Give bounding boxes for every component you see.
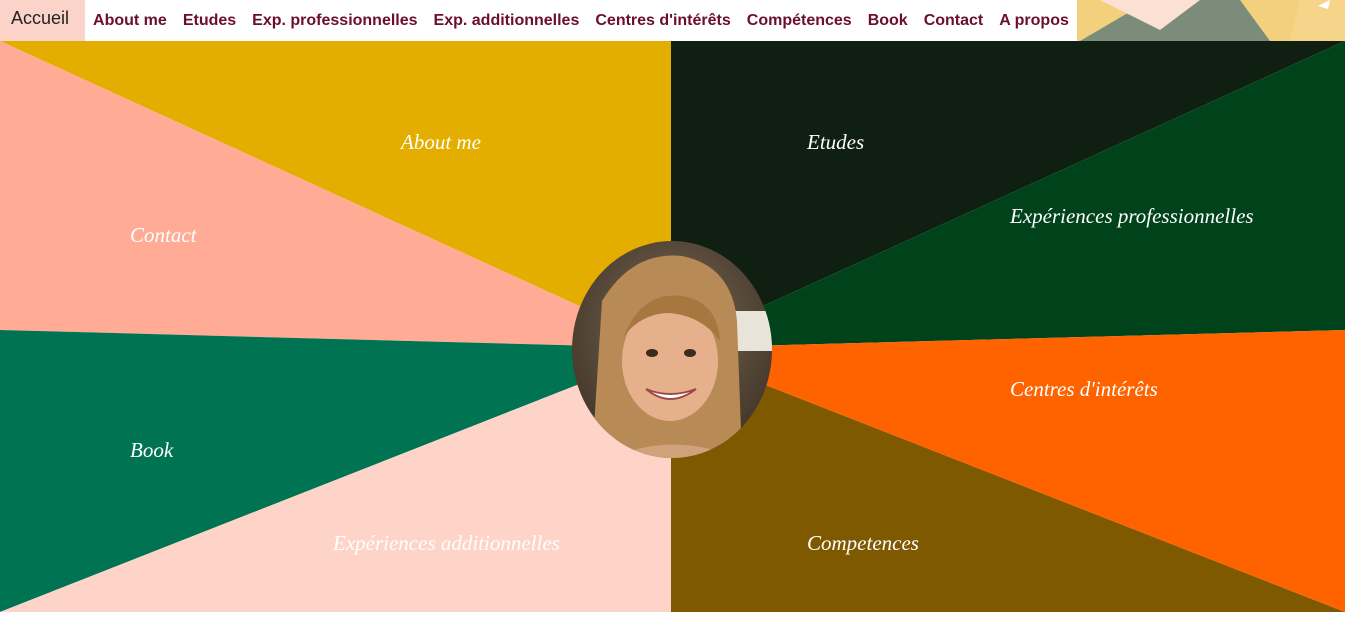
section-label-centres-interets[interactable]: Centres d'intérêts — [1010, 377, 1158, 402]
nav-home[interactable]: Accueil — [0, 0, 86, 41]
section-label-etudes[interactable]: Etudes — [807, 130, 864, 155]
nav-item-contact[interactable]: Contact — [916, 0, 992, 41]
nav-item-book[interactable]: Book — [860, 0, 916, 41]
nav-item-exp-additionnelles[interactable]: Exp. additionnelles — [426, 0, 588, 41]
main-nav: Accueil About me Etudes Exp. professionn… — [0, 0, 1077, 41]
profile-photo[interactable] — [572, 241, 772, 458]
section-label-exp-professionnelles[interactable]: Expériences professionnelles — [1010, 204, 1254, 229]
profile-photo-icon — [572, 241, 772, 458]
nav-item-about-me[interactable]: About me — [85, 0, 175, 41]
nav-item-a-propos[interactable]: A propos — [991, 0, 1077, 41]
nav-item-competences[interactable]: Compétences — [739, 0, 860, 41]
section-label-about-me[interactable]: About me — [401, 130, 481, 155]
nav-item-exp-professionnelles[interactable]: Exp. professionnelles — [244, 0, 425, 41]
section-label-book[interactable]: Book — [130, 438, 173, 463]
section-label-competences[interactable]: Competences — [807, 531, 919, 556]
nav-item-centres-interets[interactable]: Centres d'intérêts — [587, 0, 738, 41]
nav-item-etudes[interactable]: Etudes — [175, 0, 244, 41]
section-label-contact[interactable]: Contact — [130, 223, 197, 248]
section-label-exp-additionnelles[interactable]: Expériences additionnelles — [333, 531, 560, 556]
